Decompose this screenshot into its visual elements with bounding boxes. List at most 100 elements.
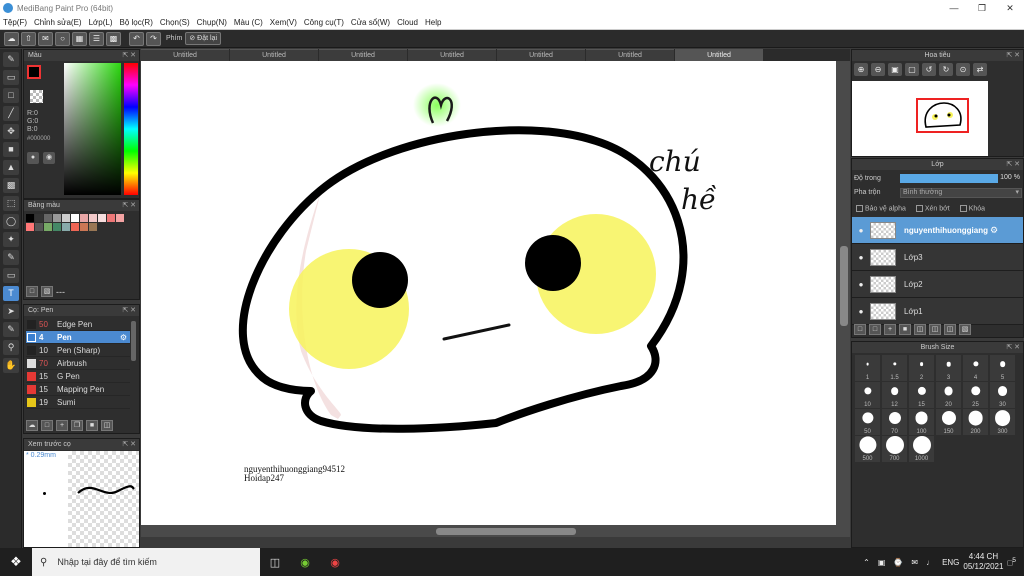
rotate-right-icon[interactable]: ↻ bbox=[939, 63, 953, 76]
cloud-brush-icon[interactable]: ☁ bbox=[26, 420, 38, 431]
palette-swatch[interactable] bbox=[35, 223, 43, 231]
fill-rect-tool-icon[interactable]: ■ bbox=[3, 142, 19, 157]
merge-layer-icon[interactable]: ◫ bbox=[929, 324, 941, 335]
magic-wand-icon[interactable]: ✦ bbox=[3, 232, 19, 247]
brush-size-option[interactable]: 700 bbox=[882, 436, 907, 462]
menu-edit[interactable]: Chỉnh sửa(E) bbox=[34, 18, 82, 27]
layer-row[interactable]: ● Lớp3 bbox=[852, 244, 1023, 271]
flip-icon[interactable]: ⇄ bbox=[973, 63, 987, 76]
select-tool-icon[interactable]: ⬚ bbox=[3, 196, 19, 211]
actual-size-icon[interactable]: ▢ bbox=[905, 63, 919, 76]
doc-tab-active[interactable]: Untitled bbox=[675, 49, 763, 61]
cloud-icon[interactable]: ☁ bbox=[4, 31, 19, 46]
fit-icon[interactable]: ▣ bbox=[888, 63, 902, 76]
brush-size-option[interactable]: 200 bbox=[963, 409, 988, 435]
lock-checkbox[interactable]: Khóa bbox=[959, 205, 985, 212]
brush-size-option[interactable]: 500 bbox=[855, 436, 880, 462]
rotate-left-icon[interactable]: ↺ bbox=[922, 63, 936, 76]
grid-icon[interactable]: ▦ bbox=[72, 31, 87, 46]
color-mode-icon[interactable]: ◉ bbox=[43, 152, 55, 164]
eye-icon[interactable]: ● bbox=[852, 307, 870, 316]
brush-size-option[interactable]: 150 bbox=[936, 409, 961, 435]
menu-window[interactable]: Cửa sổ(W) bbox=[351, 18, 390, 27]
comment-icon[interactable]: ✉ bbox=[38, 31, 53, 46]
palette-swatch[interactable] bbox=[62, 223, 70, 231]
text-tool-icon[interactable]: T bbox=[3, 286, 19, 301]
hand-tool-icon[interactable]: ✋ bbox=[3, 358, 19, 373]
delete-palette-icon[interactable]: ▧ bbox=[41, 286, 53, 297]
brush-size-option[interactable]: 50 bbox=[855, 409, 880, 435]
chevron-up-icon[interactable]: ⌃ bbox=[863, 558, 870, 567]
horizontal-scrollbar[interactable] bbox=[436, 528, 576, 535]
list-icon[interactable]: ☰ bbox=[89, 31, 104, 46]
zoom-in-icon[interactable]: ⊕ bbox=[854, 63, 868, 76]
language-indicator[interactable]: ENG bbox=[942, 558, 959, 567]
palette-swatch[interactable] bbox=[98, 214, 106, 222]
menu-layer[interactable]: Lớp(L) bbox=[89, 18, 113, 27]
panel-menu-icon[interactable]: ⇱ ✕ bbox=[122, 439, 136, 450]
layer-row-active[interactable]: ● nguyenthihuonggiang ⚙ bbox=[852, 217, 1023, 244]
palette-swatch[interactable] bbox=[80, 223, 88, 231]
canvas-area[interactable]: chú hề nguyenthihuonggiang94512 Hoidap24… bbox=[141, 61, 850, 537]
close-button[interactable]: ✕ bbox=[996, 3, 1024, 14]
menu-snap[interactable]: Chụp(N) bbox=[197, 18, 227, 27]
panel-menu-icon[interactable]: ⇱ ✕ bbox=[122, 305, 136, 316]
duplicate-layer-icon[interactable]: ◫ bbox=[914, 324, 926, 335]
brush-size-option[interactable]: 70 bbox=[882, 409, 907, 435]
windows-start-icon[interactable]: ❖ bbox=[0, 554, 32, 570]
select-pen-icon[interactable]: ✎ bbox=[3, 250, 19, 265]
add-brush-icon[interactable]: + bbox=[56, 420, 68, 431]
clipping-checkbox[interactable]: Xén bớt bbox=[915, 205, 950, 212]
reset-view-icon[interactable]: ⊙ bbox=[956, 63, 970, 76]
brush-size-option[interactable]: 5 bbox=[990, 355, 1015, 381]
palette-icon[interactable]: ● bbox=[27, 152, 39, 164]
eye-icon[interactable]: ● bbox=[852, 226, 870, 235]
brush-item-sumi[interactable]: 19 Sumi bbox=[26, 396, 130, 409]
zoom-out-icon[interactable]: ⊖ bbox=[871, 63, 885, 76]
brush-item-pen[interactable]: 4 Pen ⚙ bbox=[26, 331, 130, 344]
palette-swatch[interactable] bbox=[71, 223, 79, 231]
menu-tools[interactable]: Công cụ(T) bbox=[304, 18, 344, 27]
trash-icon[interactable]: ▧ bbox=[959, 324, 971, 335]
layer-row[interactable]: ● Lớp2 bbox=[852, 271, 1023, 298]
folder-icon[interactable]: ■ bbox=[899, 324, 911, 335]
select-eraser-icon[interactable]: ▭ bbox=[3, 268, 19, 283]
palette-swatch[interactable] bbox=[71, 214, 79, 222]
saturation-value-picker[interactable] bbox=[64, 63, 121, 195]
menu-file[interactable]: Tệp(F) bbox=[3, 18, 27, 27]
folder-icon[interactable]: ■ bbox=[86, 420, 98, 431]
blend-mode-select[interactable]: Bình thường ▾ bbox=[900, 188, 1022, 198]
palette-swatch[interactable] bbox=[35, 214, 43, 222]
brush-item-airbrush[interactable]: 70 Airbrush bbox=[26, 357, 130, 370]
brush-size-option[interactable]: 20 bbox=[936, 382, 961, 408]
doc-tab[interactable]: Untitled bbox=[319, 49, 407, 61]
new-brush-icon[interactable]: □ bbox=[41, 420, 53, 431]
navigator-viewport-frame[interactable] bbox=[916, 98, 969, 133]
panel-menu-icon[interactable]: ⇱ ✕ bbox=[1006, 342, 1020, 353]
palette-swatch[interactable] bbox=[89, 214, 97, 222]
add-layer-icon[interactable]: + bbox=[884, 324, 896, 335]
divide-tool-icon[interactable]: ✎ bbox=[3, 322, 19, 337]
clock[interactable]: 4:44 CH 05/12/2021 bbox=[963, 552, 1003, 572]
palette-swatch[interactable] bbox=[44, 214, 52, 222]
menu-filter[interactable]: Bộ lọc(R) bbox=[120, 18, 153, 27]
new-layer-alt-icon[interactable]: □ bbox=[869, 324, 881, 335]
brush-item-pen-sharp[interactable]: 10 Pen (Sharp) bbox=[26, 344, 130, 357]
doc-tab[interactable]: Untitled bbox=[497, 49, 585, 61]
palette-swatch[interactable] bbox=[26, 223, 34, 231]
menu-help[interactable]: Help bbox=[425, 18, 441, 27]
menu-cloud[interactable]: Cloud bbox=[397, 18, 418, 27]
maximize-button[interactable]: ❐ bbox=[968, 3, 996, 14]
brush-size-option[interactable]: 100 bbox=[909, 409, 934, 435]
lasso-tool-icon[interactable]: ◯ bbox=[3, 214, 19, 229]
taskbar-search[interactable]: ⚲ Nhập tại đây để tìm kiếm bbox=[32, 548, 260, 576]
gear-icon[interactable]: ⚙ bbox=[120, 333, 127, 342]
operation-tool-icon[interactable]: ➤ bbox=[3, 304, 19, 319]
line-tool-icon[interactable]: ╱ bbox=[3, 106, 19, 121]
brush-size-option[interactable]: 4 bbox=[963, 355, 988, 381]
panel-menu-icon[interactable]: ⇱ ✕ bbox=[1006, 159, 1020, 170]
doc-tab[interactable]: Untitled bbox=[141, 49, 229, 61]
doc-tab[interactable]: Untitled bbox=[408, 49, 496, 61]
notification-icon[interactable]: □5 bbox=[1007, 557, 1016, 568]
hue-slider[interactable] bbox=[124, 63, 138, 195]
